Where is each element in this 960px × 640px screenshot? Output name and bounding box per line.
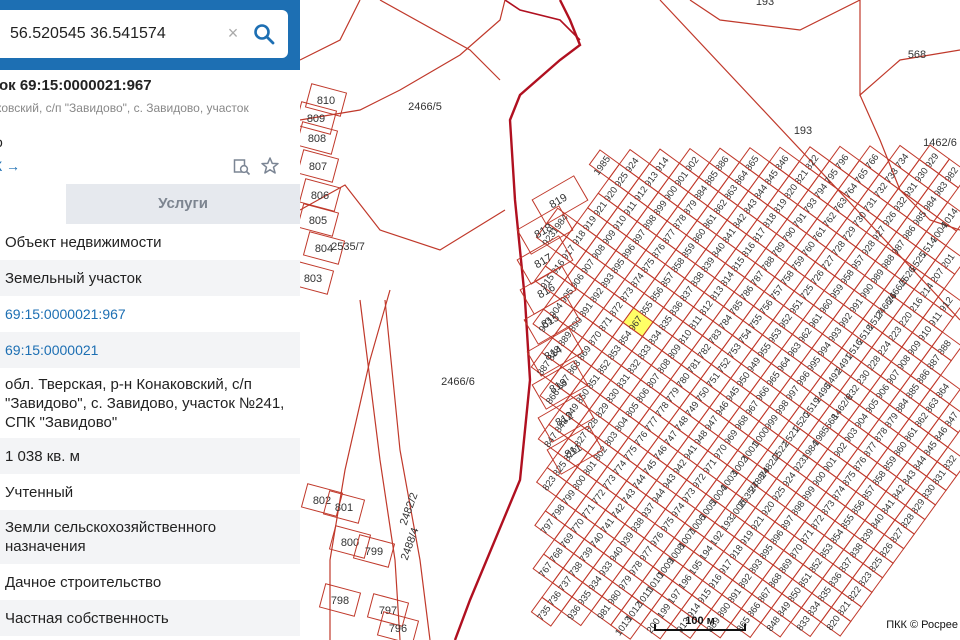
parcel-label: 193: [756, 0, 774, 8]
parcel-label: 912: [937, 295, 955, 314]
parcel-label: 902: [683, 155, 701, 174]
parcel-label: 819: [548, 192, 570, 212]
parcel-label: 796: [833, 153, 851, 172]
parcel-label: 886: [713, 154, 731, 173]
parcel-label: 193: [794, 125, 812, 137]
star-icon[interactable]: [260, 156, 280, 176]
attr-row-address: обл. Тверская, р-н Конаковский, с/п "Зав…: [0, 368, 300, 438]
parcel-label: 888: [936, 338, 954, 357]
parcel-label: 798: [331, 595, 349, 607]
clear-button[interactable]: ×: [222, 22, 244, 44]
parcel-label: 2482/2: [398, 491, 421, 527]
attr-link[interactable]: 69:15:0000021: [5, 341, 98, 360]
parcel-label: 910: [916, 324, 934, 343]
parcel-label: 801: [335, 502, 353, 514]
parcel-label: 201: [939, 252, 957, 271]
info-panel: × ок 69:15:0000021:967 ковский, с/п "Зав…: [0, 0, 300, 640]
parcel-label: 910: [611, 214, 629, 233]
object-title: ок 69:15:0000021:967: [0, 77, 152, 94]
object-subtitle: ковский, с/п "Завидово", с. Завидово, уч…: [0, 101, 249, 115]
parcel-label: 864: [934, 381, 952, 400]
parcel-label: 2466/5: [408, 101, 442, 113]
tab-services[interactable]: Услуги: [66, 184, 300, 224]
parcel-label: 929: [923, 151, 941, 170]
parcel-label: 914: [653, 155, 671, 174]
parcel-boundary: [379, 0, 501, 81]
attr-value: обл. Тверская, р-н Конаковский, с/п "Зав…: [5, 375, 285, 431]
parcel-label: 982: [943, 165, 960, 184]
document-search-icon[interactable]: [233, 158, 251, 176]
parcel-boundary: [859, 0, 960, 97]
search-icon[interactable]: [252, 22, 276, 46]
attr-value: Объект недвижимости: [5, 233, 162, 251]
parcel-label: 811: [687, 313, 705, 332]
panel-tabs: Услуги: [0, 184, 300, 224]
search-box: ×: [0, 10, 288, 58]
parcel-label: 810: [317, 95, 335, 107]
collapse-panel-button[interactable]: ‹: [300, 20, 316, 48]
parcel-label: 2466/6: [441, 376, 475, 388]
parcel-label: 796: [389, 623, 407, 635]
details-link[interactable]: К →: [0, 158, 20, 174]
attr-row-object-type: Объект недвижимости: [0, 224, 300, 260]
attr-value: 1 038 кв. м: [5, 447, 80, 465]
parcel-label: 2488/4: [399, 526, 422, 562]
parcel-label: 1462/6: [923, 137, 957, 149]
parcel-label: 568: [908, 49, 926, 61]
attr-row-category: Земли сельскохозяйственного назначения: [0, 510, 300, 564]
parcel-label: 766: [863, 152, 881, 171]
parcel-label: 808: [308, 133, 326, 145]
tab-info[interactable]: [0, 184, 66, 224]
attr-link[interactable]: 69:15:0000021:967: [5, 305, 126, 324]
search-bar: ×: [0, 0, 300, 70]
parcel-label: 865: [743, 154, 761, 173]
parcel-label: 2535/7: [331, 241, 365, 253]
parcel-label: 810: [676, 328, 694, 347]
object-status-text: о: [0, 134, 3, 150]
attr-value: Земли сельскохозяйственного назначения: [5, 519, 217, 555]
parcel-label: 911: [927, 310, 945, 329]
parcel-label: 832: [941, 453, 959, 472]
parcel-label: 806: [311, 190, 329, 202]
attr-value: Частная собственность: [5, 609, 169, 627]
parcel-label: 924: [623, 156, 641, 175]
object-header: ок 69:15:0000021:967 ковский, с/п "Завид…: [0, 70, 300, 184]
parcel-label: 807: [309, 161, 327, 173]
attr-value: Учтенный: [5, 483, 74, 501]
parcel-label: 911: [622, 199, 640, 218]
attr-row-status: Учтенный: [0, 474, 300, 510]
parcel-label: 846: [773, 153, 791, 172]
attr-value: Земельный участок: [5, 269, 142, 287]
attr-row-permitted-use: Дачное строительство: [0, 564, 300, 600]
parcel-boundary: [359, 299, 401, 640]
attr-row-ownership: Частная собственность: [0, 600, 300, 636]
attr-value: Дачное строительство: [5, 573, 162, 591]
attr-row-quarter[interactable]: 69:15:0000021: [0, 332, 300, 368]
search-input[interactable]: [8, 24, 222, 44]
parcel-label: 797: [379, 605, 397, 617]
attr-row-kind: Земельный участок: [0, 260, 300, 296]
parcel-label: 847: [943, 410, 960, 429]
parcel-boundary: [689, 0, 861, 31]
parcel-label: 803: [304, 273, 322, 285]
parcel-label: 734: [893, 152, 911, 171]
parcel-boundary: [384, 299, 431, 640]
parcel-label: 805: [309, 215, 327, 227]
attr-row-cadastral-number[interactable]: 69:15:0000021:967: [0, 296, 300, 332]
parcel-label: 799: [365, 546, 383, 558]
attr-row-area: 1 038 кв. м: [0, 438, 300, 474]
